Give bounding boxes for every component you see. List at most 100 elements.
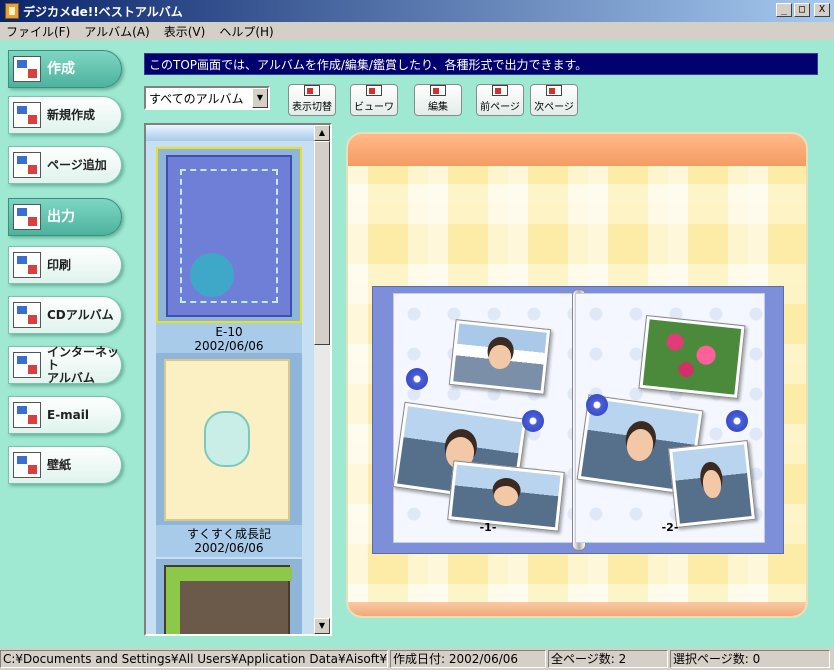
- album-filter-value: すべてのアルバム: [149, 91, 244, 106]
- album-name: E-10: [215, 325, 243, 339]
- output-section-label: 出力: [47, 208, 75, 225]
- next-page-icon: [546, 85, 562, 96]
- print-label: 印刷: [47, 257, 72, 272]
- album-date: 2002/06/06: [194, 339, 264, 353]
- viewer-header: [348, 134, 806, 166]
- toggle-view-icon: [304, 85, 320, 96]
- left-page-number: -1-: [479, 521, 497, 534]
- edit-button[interactable]: 編集: [414, 84, 462, 116]
- album-list-header: [146, 125, 330, 141]
- create-section-header: 作成: [8, 50, 122, 88]
- album-list-panel: E-10 2002/06/06 すくすく成長記 2002/06/06 ▲ ▼: [144, 123, 332, 636]
- menu-file[interactable]: ファイル(F): [6, 23, 70, 40]
- photo-portrait-small[interactable]: [668, 440, 756, 528]
- viewer-label: ビューワ: [354, 102, 394, 113]
- add-page-label: ページ追加: [47, 157, 107, 172]
- album-thumbnail: [164, 565, 292, 634]
- wallpaper-icon: [13, 452, 41, 478]
- album-item-sukusuku[interactable]: すくすく成長記 2002/06/06: [156, 353, 302, 557]
- chevron-down-icon[interactable]: ▼: [252, 88, 268, 108]
- internet-album-label-line1: インターネット: [47, 344, 120, 372]
- menu-album[interactable]: アルバム(A): [84, 23, 149, 40]
- email-label: E-mail: [47, 407, 90, 422]
- new-create-button[interactable]: 新規作成: [8, 96, 122, 134]
- wallpaper-label: 壁紙: [47, 457, 72, 472]
- printer-icon: [13, 252, 41, 278]
- menu-bar: ファイル(F) アルバム(A) 表示(V) ヘルプ(H): [0, 22, 834, 40]
- album-caption: すくすく成長記 2002/06/06: [156, 525, 302, 557]
- album-thumb-frame: [156, 559, 302, 634]
- print-button[interactable]: 印刷: [8, 246, 122, 284]
- maximize-button[interactable]: □: [794, 3, 810, 17]
- scroll-down-icon[interactable]: ▼: [314, 618, 330, 634]
- status-selected-pages: 選択ページ数: 0: [670, 650, 830, 668]
- wallpaper-button[interactable]: 壁紙: [8, 446, 122, 484]
- album-book[interactable]: -1- -2-: [372, 286, 784, 554]
- right-page-number: -2-: [661, 521, 679, 534]
- internet-album-label: インターネット アルバム: [47, 344, 121, 385]
- left-page[interactable]: -1-: [392, 293, 583, 543]
- album-item-3[interactable]: [156, 559, 302, 634]
- album-thumb-frame: [156, 147, 302, 323]
- album-filter-select[interactable]: すべてのアルバム ▼: [144, 86, 270, 110]
- close-button[interactable]: X: [814, 3, 830, 17]
- title-bar: デジカメde!!ベストアルバム _ □ X: [0, 0, 834, 22]
- scroll-thumb[interactable]: [314, 141, 330, 345]
- prev-page-label: 前ページ: [480, 102, 520, 113]
- output-section-header: 出力: [8, 198, 122, 236]
- output-icon: [13, 204, 41, 230]
- new-album-icon: [13, 102, 41, 128]
- prev-page-icon: [492, 85, 508, 96]
- menu-view[interactable]: 表示(V): [164, 23, 206, 40]
- cd-album-label: CDアルバム: [47, 307, 114, 322]
- cd-icon: [13, 302, 41, 328]
- album-name: すくすく成長記: [186, 527, 271, 541]
- internet-album-button[interactable]: インターネット アルバム: [8, 344, 122, 385]
- album-thumbnail: [166, 155, 292, 317]
- prev-page-button[interactable]: 前ページ: [476, 84, 524, 116]
- add-page-button[interactable]: ページ追加: [8, 146, 122, 184]
- morning-glory-icon: [406, 368, 428, 390]
- new-create-label: 新規作成: [47, 107, 96, 122]
- status-bar: C:¥Documents and Settings¥All Users¥Appl…: [0, 648, 834, 670]
- album-thumbnail: [164, 359, 290, 521]
- status-total-pages: 全ページ数: 2: [548, 650, 668, 668]
- scroll-up-icon[interactable]: ▲: [314, 125, 330, 141]
- photo-ship[interactable]: [448, 319, 552, 395]
- create-icon: [13, 56, 41, 82]
- cd-album-button[interactable]: CDアルバム: [8, 296, 122, 334]
- create-section-label: 作成: [47, 60, 75, 77]
- album-viewer: -1- -2-: [346, 132, 808, 618]
- viewer-background: -1- -2-: [348, 166, 806, 604]
- internet-icon: [13, 352, 41, 378]
- info-bar: このTOP画面では、アルバムを作成/編集/鑑賞したり、各種形式で出力できます。: [144, 53, 818, 75]
- morning-glory-icon: [726, 410, 748, 432]
- next-page-button[interactable]: 次ページ: [530, 84, 578, 116]
- menu-help[interactable]: ヘルプ(H): [219, 23, 273, 40]
- window-title: デジカメde!!ベストアルバム: [23, 4, 183, 19]
- edit-label: 編集: [428, 102, 448, 113]
- viewer-icon: [366, 85, 382, 96]
- album-thumb-frame: [156, 353, 302, 525]
- photo-flowers[interactable]: [638, 314, 746, 400]
- status-path: C:¥Documents and Settings¥All Users¥Appl…: [0, 650, 388, 668]
- add-page-icon: [13, 152, 41, 178]
- app-icon[interactable]: [5, 3, 19, 19]
- album-caption: E-10 2002/06/06: [156, 323, 302, 355]
- album-list-scrollbar[interactable]: ▲ ▼: [314, 125, 330, 634]
- edit-icon: [430, 85, 446, 96]
- window-controls: _ □ X: [776, 3, 830, 17]
- viewer-footer: [348, 602, 806, 616]
- toggle-view-button[interactable]: 表示切替: [288, 84, 336, 116]
- album-item-e10[interactable]: E-10 2002/06/06: [156, 147, 302, 355]
- viewer-button[interactable]: ビューワ: [350, 84, 398, 116]
- minimize-button[interactable]: _: [776, 3, 792, 17]
- right-page[interactable]: -2-: [575, 293, 765, 543]
- status-created-date: 作成日付: 2002/06/06: [390, 650, 546, 668]
- next-page-label: 次ページ: [534, 102, 574, 113]
- mail-icon: [13, 402, 41, 428]
- toggle-view-label: 表示切替: [292, 102, 332, 113]
- email-button[interactable]: E-mail: [8, 396, 122, 434]
- main-area: 作成 新規作成 ページ追加 出力 印刷 CDアルバム インターネット アルバム …: [0, 40, 834, 648]
- morning-glory-icon: [522, 410, 544, 432]
